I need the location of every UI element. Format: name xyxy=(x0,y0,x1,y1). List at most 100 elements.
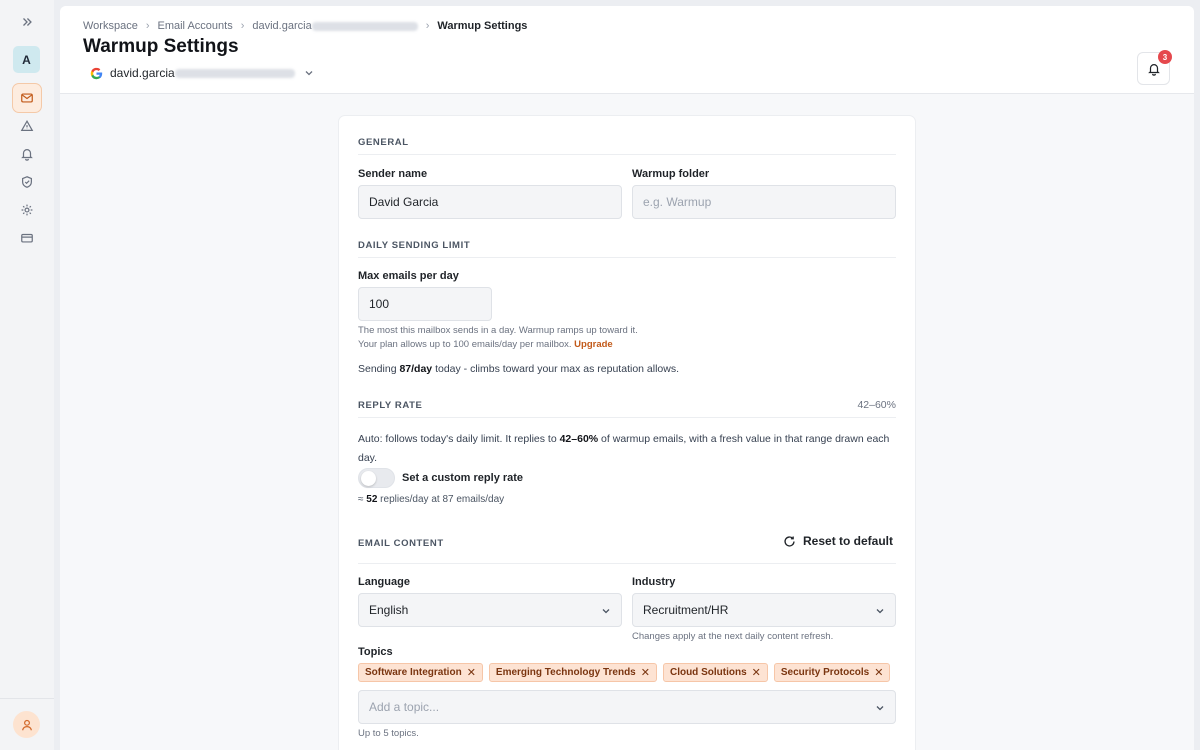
sidebar: A xyxy=(0,0,54,750)
reply-desc-bold: 42–60% xyxy=(559,433,599,445)
expand-sidebar-button[interactable] xyxy=(12,7,42,37)
account-selector[interactable]: david.garcia xyxy=(90,66,314,80)
chevron-down-icon xyxy=(876,706,884,711)
max-emails-help: The most this mailbox sends in a day. Wa… xyxy=(358,324,638,352)
breadcrumb-account-email: david.garcia xyxy=(252,20,312,32)
plan-limit-text: Your plan allows up to 100 emails/day pe… xyxy=(358,339,572,350)
chevrons-right-icon xyxy=(23,18,32,26)
user-avatar[interactable] xyxy=(13,711,40,738)
notification-count-badge: 3 xyxy=(1158,50,1172,64)
language-value: English xyxy=(369,603,409,617)
bell-icon xyxy=(1147,63,1160,76)
max-emails-label: Max emails per day xyxy=(358,270,459,282)
mail-icon xyxy=(21,93,33,103)
topics-label: Topics xyxy=(358,646,393,658)
max-emails-help-line2: Your plan allows up to 100 emails/day pe… xyxy=(358,338,638,352)
remove-topic-icon[interactable]: ✕ xyxy=(641,666,650,679)
breadcrumb-email-accounts[interactable]: Email Accounts xyxy=(158,20,233,32)
workspace-avatar[interactable]: A xyxy=(13,46,40,73)
topic-tag: Emerging Technology Trends ✕ xyxy=(488,663,657,682)
sender-name-input[interactable]: David Garcia xyxy=(358,185,622,219)
topic-tag: Security Protocols ✕ xyxy=(773,663,891,682)
topic-tag: Cloud Solutions ✕ xyxy=(662,663,768,682)
topic-tag: Software Integration ✕ xyxy=(358,663,483,682)
breadcrumb-workspace[interactable]: Workspace xyxy=(83,20,138,32)
topics-help: Up to 5 topics. xyxy=(358,728,419,739)
google-icon xyxy=(90,67,103,79)
warning-icon xyxy=(20,119,34,131)
section-divider xyxy=(358,417,896,418)
reply-rate-range: 42–60% xyxy=(857,399,896,411)
custom-reply-rate-toggle[interactable] xyxy=(358,468,395,488)
section-title-email-content: EMAIL CONTENT xyxy=(358,538,444,549)
reply-desc-prefix: Auto: follows today's daily limit. It re… xyxy=(358,433,560,445)
breadcrumb-account[interactable]: david.garcia xyxy=(252,20,418,32)
add-topic-placeholder: Add a topic... xyxy=(369,700,440,714)
account-email: david.garcia xyxy=(110,66,175,80)
breadcrumb-separator: › xyxy=(145,20,150,32)
section-divider xyxy=(358,154,896,155)
max-emails-input[interactable]: 100 xyxy=(358,287,492,321)
sidebar-item-email-accounts[interactable] xyxy=(12,83,42,113)
reset-label: Reset to default xyxy=(803,534,894,548)
industry-select[interactable]: Recruitment/HR xyxy=(632,593,896,627)
custom-reply-rate-label: Set a custom reply rate xyxy=(402,472,524,484)
industry-value: Recruitment/HR xyxy=(643,603,729,617)
credit-card-icon xyxy=(21,233,33,243)
section-divider xyxy=(358,257,896,258)
page-title: Warmup Settings xyxy=(83,36,239,57)
redacted-email-domain xyxy=(311,21,418,31)
chevron-down-icon xyxy=(876,609,884,614)
shield-check-icon xyxy=(22,176,32,188)
industry-label: Industry xyxy=(632,576,676,588)
section-divider xyxy=(358,563,896,564)
bell-icon xyxy=(21,149,33,161)
breadcrumb-separator: › xyxy=(425,20,430,32)
gear-icon xyxy=(21,204,33,216)
reply-estimate: ≈ 52 replies/day at 87 emails/day xyxy=(358,493,504,507)
remove-topic-icon[interactable]: ✕ xyxy=(467,666,476,679)
page-header: Workspace › Email Accounts › david.garci… xyxy=(60,6,1194,94)
reply-rate-description: Auto: follows today's daily limit. It re… xyxy=(358,430,898,468)
breadcrumb: Workspace › Email Accounts › david.garci… xyxy=(83,20,527,32)
remove-topic-icon[interactable]: ✕ xyxy=(752,666,761,679)
section-title-reply-rate: REPLY RATE xyxy=(358,400,423,411)
breadcrumb-separator: › xyxy=(240,20,245,32)
language-select[interactable]: English xyxy=(358,593,622,627)
topic-tag-label: Cloud Solutions xyxy=(669,667,747,678)
sender-name-label: Sender name xyxy=(358,168,428,180)
upgrade-link[interactable]: Upgrade xyxy=(574,339,613,350)
sidebar-item-settings[interactable] xyxy=(12,195,42,225)
sending-suffix: today - climbs toward your max as reputa… xyxy=(432,363,680,375)
sidebar-item-security[interactable] xyxy=(12,167,42,197)
user-icon xyxy=(21,719,32,730)
section-title-general: GENERAL xyxy=(358,137,409,148)
topic-tags: Software Integration ✕ Emerging Technolog… xyxy=(358,663,891,682)
sending-prefix: Sending xyxy=(358,363,400,375)
main-panel: Workspace › Email Accounts › david.garci… xyxy=(60,6,1194,750)
sidebar-item-notifications[interactable] xyxy=(12,139,42,169)
breadcrumb-current: Warmup Settings xyxy=(437,20,528,32)
section-title-daily-limit: DAILY SENDING LIMIT xyxy=(358,240,471,251)
warmup-folder-input[interactable]: e.g. Warmup xyxy=(632,185,896,219)
chevron-down-icon xyxy=(602,609,610,614)
settings-card: GENERAL Sender name David Garcia Warmup … xyxy=(338,115,916,750)
remove-topic-icon[interactable]: ✕ xyxy=(874,666,883,679)
estimate-value: 52 xyxy=(366,494,378,505)
sidebar-item-alerts[interactable] xyxy=(12,111,42,141)
add-topic-input[interactable]: Add a topic... xyxy=(358,690,896,724)
sidebar-item-billing[interactable] xyxy=(12,223,42,253)
sidebar-nav xyxy=(12,83,42,251)
sending-value: 87/day xyxy=(399,363,433,375)
refresh-icon xyxy=(784,535,795,547)
chevron-down-icon xyxy=(305,71,313,76)
industry-help: Changes apply at the next daily content … xyxy=(632,631,834,642)
reset-to-default-button[interactable]: Reset to default xyxy=(783,534,893,548)
sending-today-text: Sending 87/day today - climbs toward you… xyxy=(358,360,679,379)
warmup-folder-label: Warmup folder xyxy=(632,168,710,180)
toggle-knob xyxy=(361,471,376,486)
estimate-suffix: replies/day at 87 emails/day xyxy=(377,494,505,505)
redacted-email-domain xyxy=(174,68,295,78)
sidebar-divider xyxy=(0,698,54,699)
topic-tag-label: Emerging Technology Trends xyxy=(495,667,636,678)
